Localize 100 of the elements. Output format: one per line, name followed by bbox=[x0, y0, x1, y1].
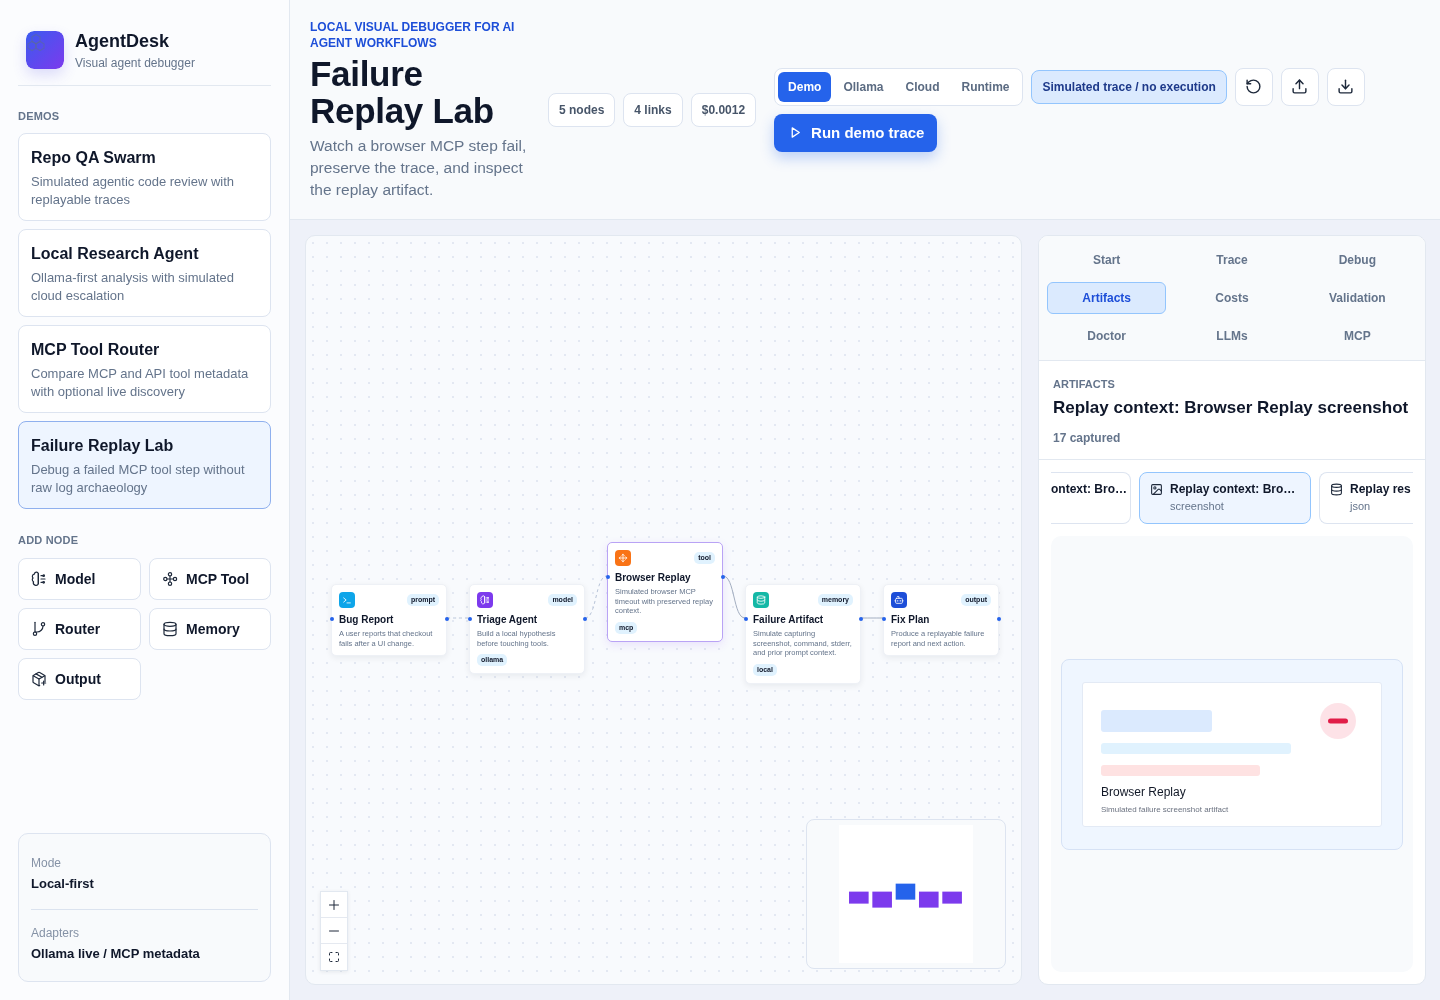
download-icon bbox=[1337, 78, 1355, 95]
connection-handle[interactable] bbox=[444, 617, 449, 621]
info-value: Ollama live / MCP metadata bbox=[31, 946, 201, 961]
connection-handle[interactable] bbox=[743, 617, 748, 621]
demo-title: Local Research Agent bbox=[31, 245, 200, 263]
info-value: Local-first bbox=[31, 876, 95, 891]
app-name: AgentDesk bbox=[75, 30, 171, 52]
demo-title: MCP Tool Router bbox=[31, 341, 161, 359]
section-label: ARTIFACTS bbox=[1053, 378, 1116, 390]
add-node-button[interactable]: MCP Tool bbox=[149, 558, 271, 600]
connection-handle[interactable] bbox=[881, 617, 886, 621]
info-label: Adapters bbox=[31, 926, 81, 940]
connector-line bbox=[860, 617, 884, 619]
artifact-name: Replay context: Bro… bbox=[1170, 482, 1296, 496]
app-tagline: Visual agent debugger bbox=[75, 56, 195, 70]
panel-tab[interactable]: LLMs bbox=[1172, 320, 1292, 352]
database-icon bbox=[162, 621, 178, 637]
run-button[interactable]: Run demo trace bbox=[774, 113, 938, 152]
panel-tab[interactable]: Start bbox=[1047, 244, 1167, 276]
zoom-out-button[interactable] bbox=[321, 918, 347, 944]
panel-tab[interactable]: Trace bbox=[1172, 244, 1292, 276]
panel-tab[interactable]: MCP bbox=[1297, 320, 1417, 352]
upload-button[interactable] bbox=[1280, 67, 1319, 106]
panel-tab[interactable]: Doctor bbox=[1047, 320, 1167, 352]
node-title: Browser Replay bbox=[615, 572, 692, 584]
connector-line bbox=[722, 575, 746, 619]
trace-badge: Simulated trace / no execution bbox=[1031, 69, 1227, 104]
demo-card[interactable]: Failure Replay Lab Debug a failed MCP tool step without raw log archaeology bbox=[18, 421, 271, 509]
eyebrow-text: LOCAL VISUAL DEBUGGER FOR AI AGENT WORKFLOWS bbox=[310, 18, 516, 51]
brain-icon bbox=[31, 571, 47, 587]
artifact-type: screenshot bbox=[1169, 500, 1225, 512]
artifact-name: Replay res bbox=[1350, 482, 1411, 496]
demo-card[interactable]: MCP Tool Router Compare MCP and API tool metadata with optional live discovery bbox=[18, 325, 271, 413]
artifact-card[interactable]: ontext: Bro… bbox=[1051, 472, 1131, 524]
demo-description: Debug a failed MCP tool step without raw log archaeology bbox=[31, 461, 246, 497]
page-title: Failure Replay Lab bbox=[310, 54, 495, 129]
demo-description: Compare MCP and API tool metadata with optional live discovery bbox=[31, 365, 250, 401]
node-title: Triage Agent bbox=[477, 614, 539, 626]
info-label: Mode bbox=[31, 856, 63, 870]
demo-title: Failure Replay Lab bbox=[31, 437, 175, 455]
node-title: Bug Report bbox=[339, 614, 395, 626]
artifact-card[interactable]: Replay context: Bro… screenshot bbox=[1139, 472, 1311, 524]
page-description: Watch a browser MCP step fail, preserve the trace, and inspect the replay artifact. bbox=[310, 135, 528, 200]
logo-icon bbox=[26, 31, 64, 69]
reset-button[interactable] bbox=[1234, 67, 1273, 106]
panel-tab[interactable]: Artifacts bbox=[1047, 282, 1167, 314]
error-icon bbox=[1320, 702, 1356, 739]
mode-tab[interactable]: Demo bbox=[778, 71, 832, 102]
connection-handle[interactable] bbox=[720, 575, 725, 579]
artifact-name: ontext: Bro… bbox=[1051, 482, 1127, 496]
package-icon bbox=[31, 671, 47, 687]
node-title: Failure Artifact bbox=[753, 614, 825, 626]
artifact-type: json bbox=[1348, 500, 1372, 512]
zoom-in-button[interactable] bbox=[321, 892, 347, 918]
mode-tab[interactable]: Ollama bbox=[833, 71, 894, 102]
plus-icon bbox=[328, 898, 340, 911]
fullscreen-icon bbox=[328, 951, 340, 963]
demo-card[interactable]: Repo QA Swarm Simulated agentic code review with replayable traces bbox=[18, 133, 271, 221]
node-title: Fix Plan bbox=[891, 614, 931, 626]
download-button[interactable] bbox=[1326, 67, 1365, 106]
panel-tab[interactable]: Validation bbox=[1297, 282, 1417, 314]
workflow-icon bbox=[162, 571, 178, 587]
artifact-count: 17 captured bbox=[1053, 431, 1122, 445]
add-node-button[interactable]: Memory bbox=[149, 608, 271, 650]
connection-handle[interactable] bbox=[467, 617, 472, 621]
minimap[interactable] bbox=[806, 819, 1006, 969]
connection-handle[interactable] bbox=[605, 575, 610, 579]
upload-icon bbox=[1291, 78, 1309, 95]
connection-handle[interactable] bbox=[996, 617, 1001, 621]
stat-chip: 4 links bbox=[623, 92, 683, 127]
artifact-title: Replay context: Browser Replay screenshot bbox=[1053, 398, 1410, 418]
fit-view-button[interactable] bbox=[321, 944, 347, 970]
add-node-button[interactable]: Output bbox=[18, 658, 141, 700]
add-node-button[interactable]: Model bbox=[18, 558, 141, 600]
stat-chip: 5 nodes bbox=[548, 92, 616, 127]
preview-title: Browser Replay bbox=[1101, 784, 1187, 799]
mode-tab[interactable]: Cloud bbox=[895, 71, 950, 102]
panel-tab[interactable]: Debug bbox=[1297, 244, 1417, 276]
demo-card[interactable]: Local Research Agent Ollama-first analysis with simulated cloud escalation bbox=[18, 229, 271, 317]
add-node-button[interactable]: Router bbox=[18, 608, 141, 650]
rotate-icon bbox=[1245, 78, 1263, 95]
branch-icon bbox=[31, 621, 47, 637]
image-icon bbox=[1150, 482, 1163, 496]
section-label: ADD NODE bbox=[18, 534, 80, 546]
demo-description: Simulated agentic code review with replayable traces bbox=[31, 173, 236, 209]
connector-line bbox=[584, 575, 608, 619]
section-label: DEMOS bbox=[18, 110, 61, 122]
connector-line bbox=[446, 617, 470, 619]
stat-chip: $0.0012 bbox=[690, 92, 757, 127]
demo-description: Ollama-first analysis with simulated cloud escalation bbox=[31, 269, 235, 305]
mode-tab[interactable]: Runtime bbox=[951, 71, 1020, 102]
database-icon bbox=[1330, 482, 1343, 496]
preview-caption: Simulated failure screenshot artifact bbox=[1101, 804, 1230, 814]
connection-handle[interactable] bbox=[329, 617, 334, 621]
connection-handle[interactable] bbox=[858, 617, 863, 621]
panel-tab[interactable]: Costs bbox=[1172, 282, 1292, 314]
demo-title: Repo QA Swarm bbox=[31, 149, 157, 167]
play-icon bbox=[789, 126, 803, 139]
connection-handle[interactable] bbox=[582, 617, 587, 621]
artifact-card[interactable]: Replay res json bbox=[1319, 472, 1413, 524]
